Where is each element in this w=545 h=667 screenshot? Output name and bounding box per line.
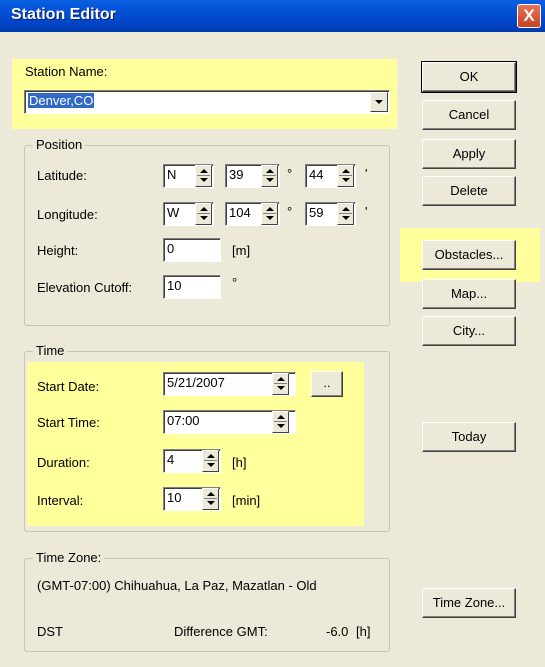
difference-gmt-value: -6.0 [326, 624, 349, 639]
difference-gmt-label: Difference GMT: [174, 624, 268, 639]
position-legend: Position [33, 137, 86, 152]
start-time-label: Start Time: [37, 415, 100, 430]
height-unit: [m] [232, 243, 251, 258]
delete-button-label: Delete [450, 183, 488, 198]
cancel-button[interactable]: Cancel [422, 100, 516, 130]
start-date-value: 5/21/2007 [167, 375, 225, 390]
timezone-button-label: Time Zone... [432, 595, 506, 610]
obstacles-button-label: Obstacles... [434, 247, 504, 262]
time-legend: Time [33, 343, 68, 358]
obstacles-button[interactable]: Obstacles... [422, 240, 516, 270]
delete-button[interactable]: Delete [422, 176, 516, 206]
latitude-degree-symbol: ° [287, 166, 293, 181]
difference-gmt-unit: [h] [356, 624, 371, 639]
latitude-label: Latitude: [37, 168, 87, 183]
city-button-label: City... [452, 323, 486, 338]
start-time-spinner[interactable] [272, 411, 289, 433]
date-picker-label: .. [323, 375, 331, 390]
elevation-cutoff-field[interactable]: 10 [163, 275, 221, 299]
dst-label: DST [37, 624, 63, 639]
latitude-minute-symbol: ' [365, 166, 368, 181]
latitude-minutes-value: 44 [309, 167, 324, 182]
start-date-label: Start Date: [37, 379, 100, 394]
interval-value: 10 [167, 490, 182, 505]
longitude-minutes-value: 59 [309, 205, 324, 220]
close-icon: X [523, 6, 535, 25]
station-name-combo[interactable]: Denver,CO [24, 90, 390, 114]
map-button[interactable]: Map... [422, 279, 516, 309]
latitude-minutes-spinner[interactable] [337, 165, 354, 187]
today-button[interactable]: Today [422, 422, 516, 452]
longitude-hemisphere-value: W [167, 205, 180, 220]
interval-label: Interval: [37, 493, 84, 508]
city-button[interactable]: City... [422, 316, 516, 346]
close-button[interactable]: X [517, 4, 541, 28]
longitude-degrees-value: 104 [229, 205, 251, 220]
interval-unit: [min] [232, 493, 261, 508]
timezone-legend: Time Zone: [33, 550, 105, 565]
duration-unit: [h] [232, 455, 247, 470]
interval-spinner[interactable] [202, 488, 219, 510]
longitude-degrees-spinner[interactable] [261, 203, 278, 225]
station-name-value: Denver,CO [28, 93, 95, 108]
duration-value: 4 [167, 452, 175, 467]
height-field[interactable]: 0 [163, 238, 221, 262]
station-dropdown-arrow[interactable] [370, 92, 388, 112]
latitude-hemisphere-spinner[interactable] [195, 165, 212, 187]
latitude-degrees-spinner[interactable] [261, 165, 278, 187]
height-value: 0 [167, 241, 175, 256]
map-button-label: Map... [450, 286, 488, 301]
latitude-degrees-value: 39 [229, 167, 244, 182]
today-button-label: Today [451, 429, 487, 444]
elevation-cutoff-value: 10 [167, 278, 182, 293]
ok-button-label: OK [459, 69, 479, 84]
window-title: Station Editor [11, 6, 116, 23]
latitude-hemisphere-value: N [167, 167, 177, 182]
station-name-label: Station Name: [25, 64, 108, 79]
elevation-unit: ° [232, 275, 238, 290]
start-date-spinner[interactable] [272, 373, 289, 395]
elevation-cutoff-label: Elevation Cutoff: [37, 280, 133, 295]
longitude-hemisphere-spinner[interactable] [195, 203, 212, 225]
height-label: Height: [37, 243, 79, 258]
longitude-degree-symbol: ° [287, 204, 293, 219]
cancel-button-label: Cancel [448, 107, 490, 122]
apply-button-label: Apply [452, 146, 486, 161]
timezone-button[interactable]: Time Zone... [422, 588, 516, 618]
date-picker-button[interactable]: .. [311, 371, 343, 397]
timezone-name: (GMT-07:00) Chihuahua, La Paz, Mazatlan … [37, 578, 317, 593]
title-bar: Station Editor X [0, 0, 545, 32]
longitude-minute-symbol: ' [365, 204, 368, 219]
duration-spinner[interactable] [202, 450, 219, 472]
longitude-minutes-spinner[interactable] [337, 203, 354, 225]
longitude-label: Longitude: [37, 207, 98, 222]
start-time-value: 07:00 [167, 413, 200, 428]
apply-button[interactable]: Apply [422, 139, 516, 169]
ok-button[interactable]: OK [421, 61, 517, 93]
duration-label: Duration: [37, 455, 90, 470]
